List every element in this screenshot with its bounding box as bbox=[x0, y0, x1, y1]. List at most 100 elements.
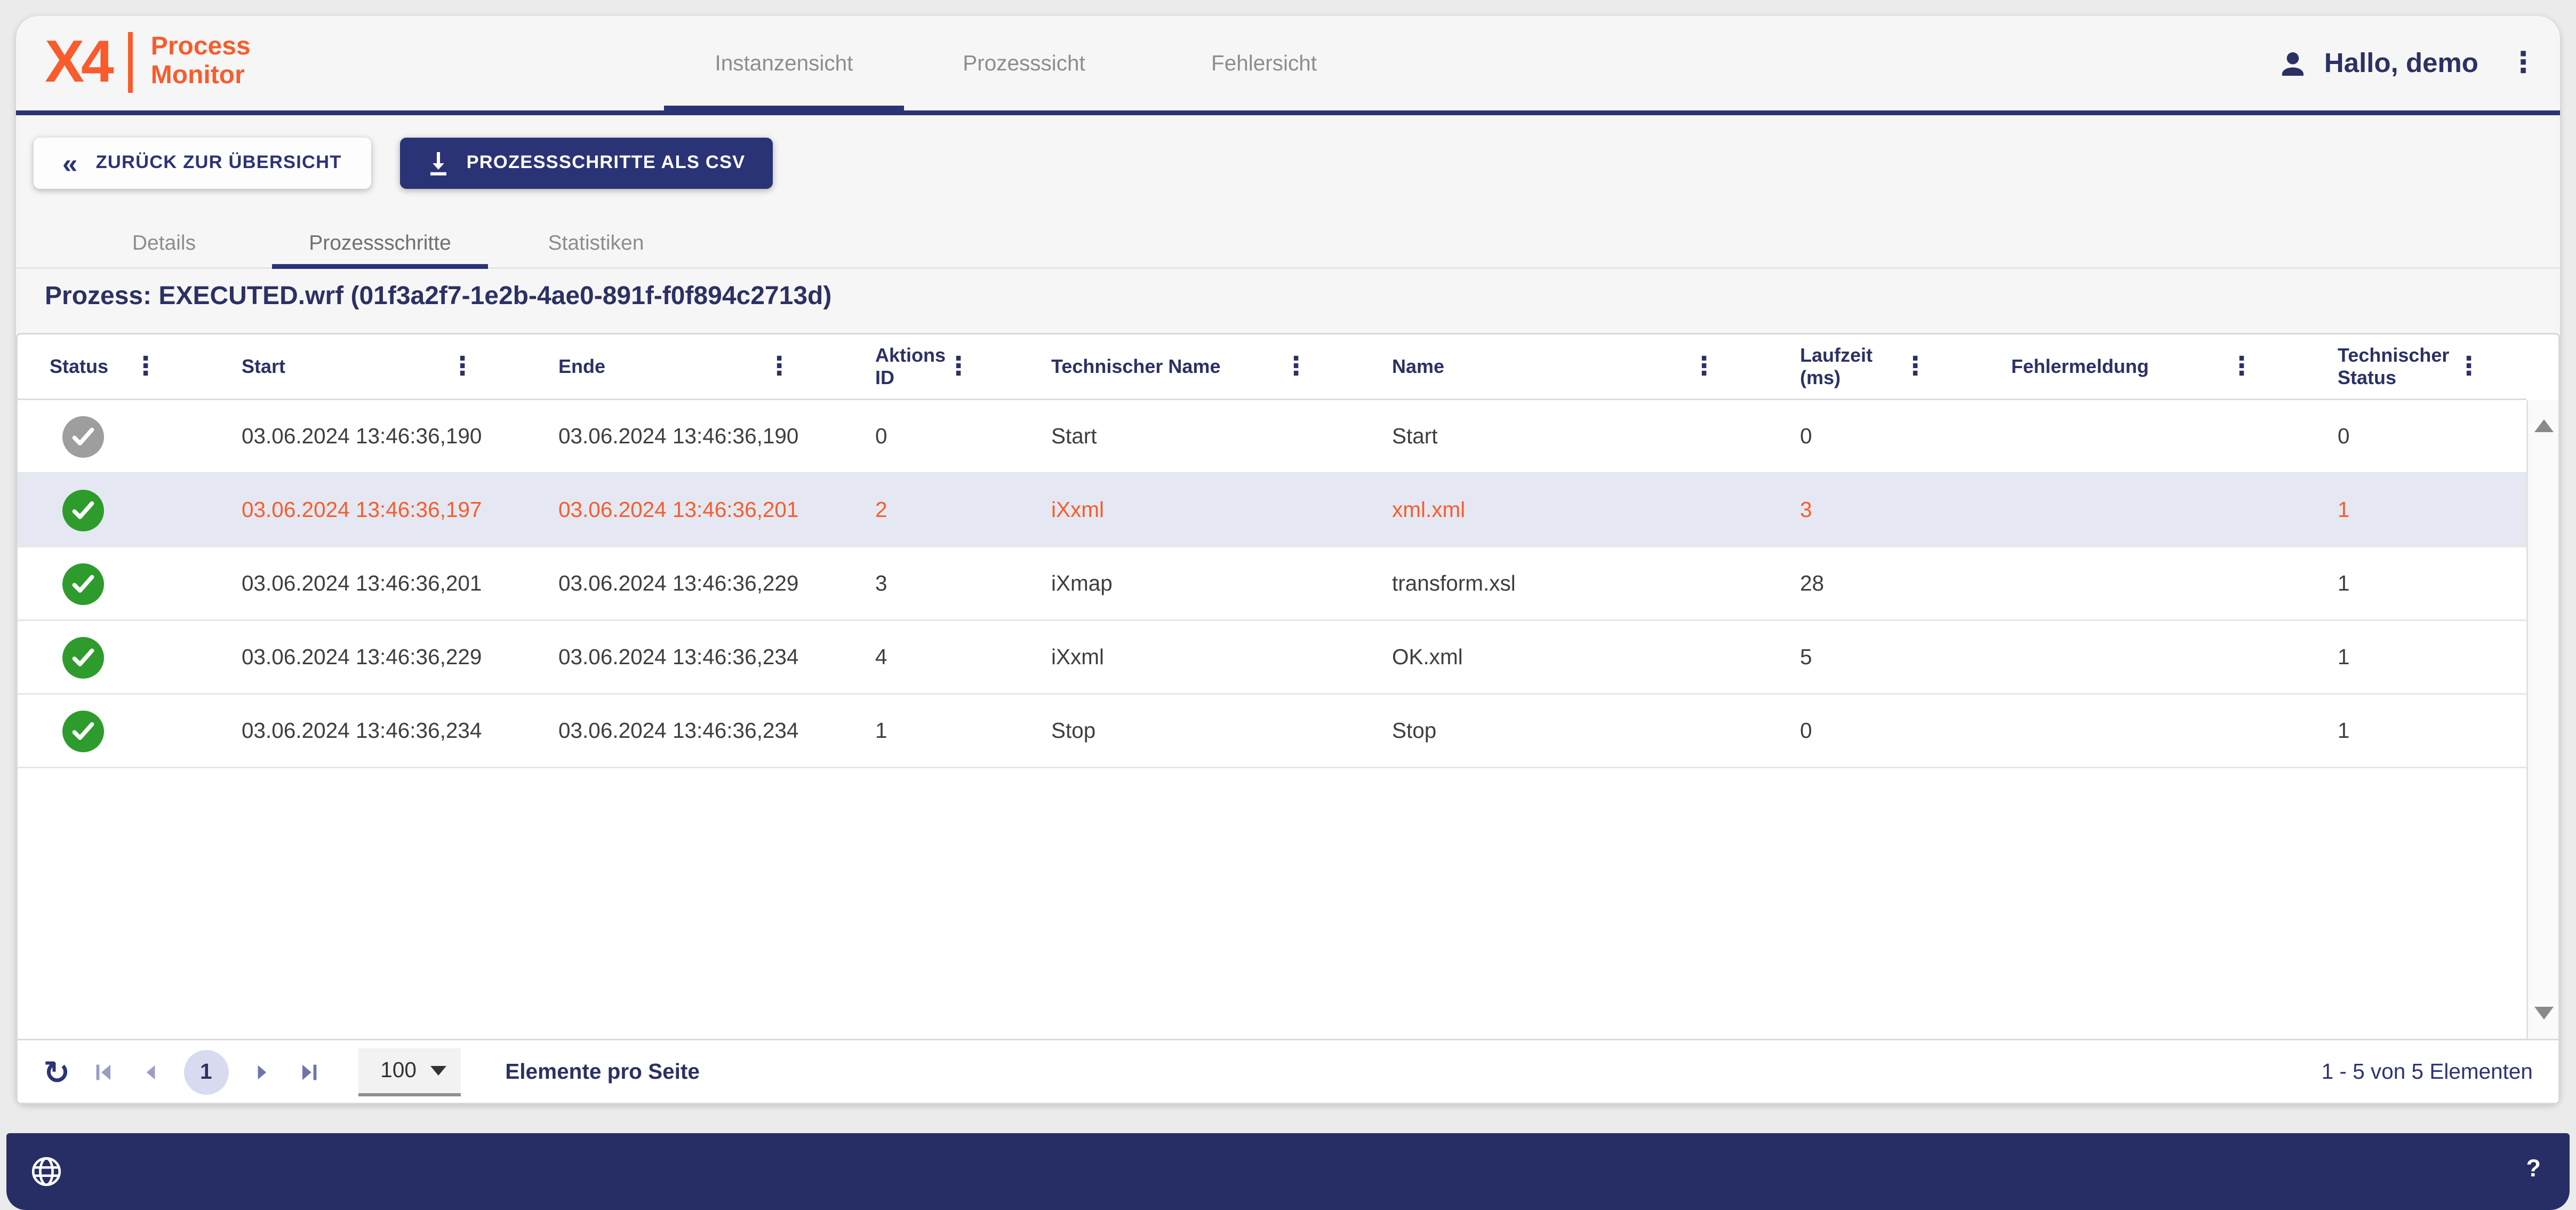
column-header-start: Start⋮ bbox=[203, 335, 520, 399]
tab-fehlersicht[interactable]: Fehlersicht bbox=[1144, 16, 1384, 110]
x4-logo: X4 bbox=[45, 27, 111, 98]
status-check-icon-green bbox=[62, 636, 104, 678]
cell-technischer-status: 1 bbox=[2299, 621, 2526, 693]
product-name-line2: Monitor bbox=[151, 62, 245, 90]
column-header-name: Name⋮ bbox=[1354, 335, 1762, 399]
cell-start: 03.06.2024 13:46:36,201 bbox=[203, 547, 520, 619]
process-title: Prozess: EXECUTED.wrf (01f3a2f7-1e2b-4ae… bbox=[45, 283, 831, 312]
cell-ende: 03.06.2024 13:46:36,229 bbox=[520, 547, 837, 619]
footer-bar: ? bbox=[6, 1133, 2570, 1210]
tab-prozessschritte[interactable]: Prozessschritte bbox=[272, 218, 488, 267]
current-page-button[interactable]: 1 bbox=[183, 1049, 228, 1094]
column-menu-icon[interactable]: ⋮ bbox=[2456, 354, 2482, 379]
table-body: 03.06.2024 13:46:36,190 03.06.2024 13:46… bbox=[18, 400, 2558, 1039]
cell-fehlermeldung bbox=[1973, 621, 2299, 693]
status-check-icon-green bbox=[62, 489, 104, 531]
table-row[interactable]: 03.06.2024 13:46:36,234 03.06.2024 13:46… bbox=[18, 695, 2526, 768]
column-header-laufzeit: Laufzeit (ms)⋮ bbox=[1762, 335, 1973, 399]
cell-technischer-status: 1 bbox=[2299, 547, 2526, 619]
first-page-icon[interactable] bbox=[91, 1059, 116, 1085]
cell-start: 03.06.2024 13:46:36,234 bbox=[203, 695, 520, 767]
cell-fehlermeldung bbox=[1973, 695, 2299, 767]
refresh-icon[interactable]: ↻ bbox=[43, 1056, 70, 1088]
scroll-down-icon[interactable] bbox=[2534, 1007, 2554, 1020]
csv-button-label: PROZESSSCHRITTE ALS CSV bbox=[467, 154, 746, 173]
table-row[interactable]: 03.06.2024 13:46:36,201 03.06.2024 13:46… bbox=[18, 547, 2526, 621]
column-menu-icon[interactable]: ⋮ bbox=[133, 354, 158, 379]
cell-ende: 03.06.2024 13:46:36,190 bbox=[520, 400, 837, 472]
column-menu-icon[interactable]: ⋮ bbox=[2229, 354, 2254, 379]
chevron-down-icon bbox=[430, 1065, 446, 1075]
download-icon bbox=[427, 152, 449, 176]
user-greeting: Hallo, demo bbox=[2324, 47, 2478, 79]
cell-fehlermeldung bbox=[1973, 547, 2299, 619]
cell-technischer-name: iXmap bbox=[1013, 547, 1354, 619]
cell-name: Start bbox=[1354, 400, 1762, 472]
app-card: X4 Process Monitor Instanzensicht Prozes… bbox=[16, 16, 2560, 1104]
column-menu-icon[interactable]: ⋮ bbox=[1283, 354, 1309, 379]
double-chevron-left-icon: « bbox=[62, 150, 78, 177]
cell-ende: 03.06.2024 13:46:36,234 bbox=[520, 695, 837, 767]
cell-technischer-status: 0 bbox=[2299, 400, 2526, 472]
scroll-up-icon[interactable] bbox=[2534, 419, 2554, 432]
column-header-status: Status⋮ bbox=[18, 335, 203, 399]
tab-instanzensicht[interactable]: Instanzensicht bbox=[664, 16, 904, 110]
cell-start: 03.06.2024 13:46:36,197 bbox=[203, 474, 520, 546]
top-bar: X4 Process Monitor Instanzensicht Prozes… bbox=[16, 16, 2560, 110]
table-row[interactable]: 03.06.2024 13:46:36,190 03.06.2024 13:46… bbox=[18, 400, 2526, 474]
tab-statistiken[interactable]: Statistiken bbox=[488, 218, 704, 267]
cell-aktions-id: 4 bbox=[837, 621, 1013, 693]
cell-name: transform.xsl bbox=[1354, 547, 1762, 619]
table-header-row: Status⋮ Start⋮ Ende⋮ Aktions ID⋮ Technis… bbox=[18, 335, 2526, 400]
status-check-icon-green bbox=[62, 710, 104, 752]
pagination-controls: ↻ 1 100 bbox=[43, 1048, 700, 1096]
cell-laufzeit: 5 bbox=[1762, 621, 1973, 693]
column-menu-icon[interactable]: ⋮ bbox=[1691, 354, 1717, 379]
table-scrollbar[interactable] bbox=[2526, 400, 2558, 1039]
app-frame: X4 Process Monitor Instanzensicht Prozes… bbox=[0, 0, 2576, 1210]
cell-ende: 03.06.2024 13:46:36,234 bbox=[520, 621, 837, 693]
page-size-value: 100 bbox=[380, 1058, 417, 1082]
user-kebab-icon[interactable]: ⋮ bbox=[2509, 49, 2538, 78]
language-globe-icon[interactable] bbox=[29, 1154, 64, 1197]
previous-page-icon[interactable] bbox=[137, 1059, 163, 1085]
cell-aktions-id: 2 bbox=[837, 474, 1013, 546]
column-header-ende: Ende⋮ bbox=[520, 335, 837, 399]
column-menu-icon[interactable]: ⋮ bbox=[946, 354, 971, 379]
page-size-label: Elemente pro Seite bbox=[505, 1060, 700, 1084]
cell-aktions-id: 1 bbox=[837, 695, 1013, 767]
last-page-icon[interactable] bbox=[295, 1059, 321, 1085]
cell-start: 03.06.2024 13:46:36,229 bbox=[203, 621, 520, 693]
help-button[interactable]: ? bbox=[2526, 1156, 2541, 1183]
cell-laufzeit: 0 bbox=[1762, 695, 1973, 767]
column-header-technischer-name: Technischer Name⋮ bbox=[1013, 335, 1354, 399]
column-menu-icon[interactable]: ⋮ bbox=[1902, 354, 1928, 379]
tab-details[interactable]: Details bbox=[56, 218, 272, 267]
cell-ende: 03.06.2024 13:46:36,201 bbox=[520, 474, 837, 546]
logo-divider bbox=[129, 32, 133, 93]
cell-technischer-name: iXxml bbox=[1013, 621, 1354, 693]
user-menu[interactable]: Hallo, demo ⋮ bbox=[2275, 16, 2538, 110]
cell-start: 03.06.2024 13:46:36,190 bbox=[203, 400, 520, 472]
header-divider bbox=[16, 110, 2560, 115]
table-row-selected[interactable]: 03.06.2024 13:46:36,197 03.06.2024 13:46… bbox=[18, 474, 2526, 547]
table-row[interactable]: 03.06.2024 13:46:36,229 03.06.2024 13:46… bbox=[18, 621, 2526, 695]
column-header-technischer-status: Technischer Status⋮ bbox=[2299, 335, 2526, 399]
back-button-label: ZURÜCK ZUR ÜBERSICHT bbox=[96, 154, 342, 173]
export-csv-button[interactable]: PROZESSSCHRITTE ALS CSV bbox=[399, 138, 773, 189]
cell-fehlermeldung bbox=[1973, 474, 2299, 546]
cell-laufzeit: 28 bbox=[1762, 547, 1973, 619]
cell-technischer-name: Start bbox=[1013, 400, 1354, 472]
page-size-select[interactable]: 100 bbox=[358, 1048, 460, 1096]
column-menu-icon[interactable]: ⋮ bbox=[766, 354, 792, 379]
back-to-overview-button[interactable]: « ZURÜCK ZUR ÜBERSICHT bbox=[34, 138, 371, 189]
cell-technischer-status: 1 bbox=[2299, 474, 2526, 546]
cell-aktions-id: 3 bbox=[837, 547, 1013, 619]
next-page-icon[interactable] bbox=[249, 1059, 275, 1085]
cell-name: xml.xml bbox=[1354, 474, 1762, 546]
tab-prozesssicht[interactable]: Prozesssicht bbox=[904, 16, 1144, 110]
cell-technischer-name: Stop bbox=[1013, 695, 1354, 767]
column-menu-icon[interactable]: ⋮ bbox=[450, 354, 475, 379]
toolbar: « ZURÜCK ZUR ÜBERSICHT PROZESSSCHRITTE A… bbox=[34, 138, 772, 189]
app-logo: X4 Process Monitor bbox=[45, 27, 251, 98]
